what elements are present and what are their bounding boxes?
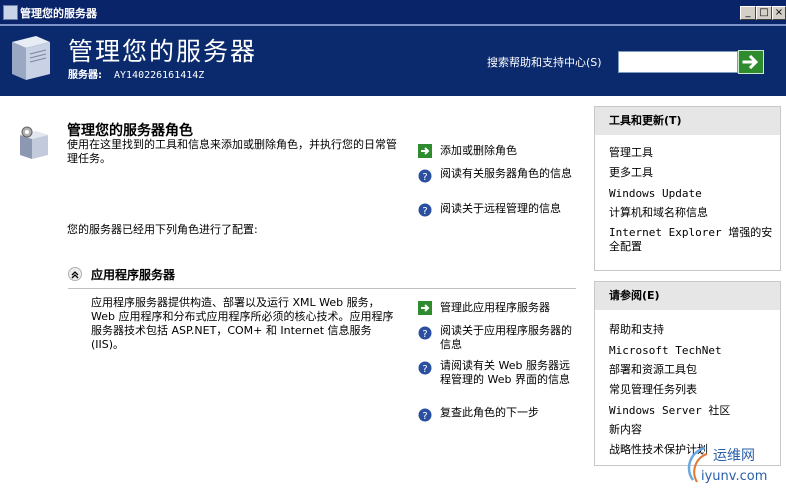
read-server-roles-link[interactable]: 阅读有关服务器角色的信息 (440, 167, 580, 181)
watermark-text-cn: 运维网 (713, 448, 755, 464)
tools-item-ie-security[interactable]: Internet Explorer 增强的安全配置 (609, 226, 774, 254)
window-title: 管理您的服务器 (20, 7, 97, 20)
watermark-text-url: iyunv.com (701, 469, 767, 484)
see-also-item-community[interactable]: Windows Server 社区 (609, 404, 774, 417)
main-content: 管理您的服务器角色 使用在这里找到的工具和信息来添加或删除角色，并执行您的日常管… (0, 95, 786, 491)
read-app-server-link[interactable]: 阅读关于应用程序服务器的信息 (440, 324, 580, 352)
tools-updates-panel: 工具和更新(T) 管理工具 更多工具 Windows Update 计算机和域名… (594, 106, 781, 271)
role-divider (68, 288, 576, 289)
window-app-icon (3, 5, 18, 20)
help-icon: ? (418, 169, 432, 183)
tools-item-admin-tools[interactable]: 管理工具 (609, 146, 774, 159)
watermark-logo: 运维网 iyunv.com (687, 446, 767, 484)
tools-item-windows-update[interactable]: Windows Update (609, 187, 774, 200)
see-also-item-new-content[interactable]: 新内容 (609, 423, 774, 436)
configured-roles-text: 您的服务器已经用下列角色进行了配置: (67, 223, 258, 236)
tools-updates-title: 工具和更新(T) (595, 107, 780, 135)
read-remote-admin-link[interactable]: 阅读关于远程管理的信息 (440, 202, 585, 216)
see-also-item-common-tasks[interactable]: 常见管理任务列表 (609, 383, 774, 396)
svg-text:?: ? (422, 364, 427, 375)
page-header: 管理您的服务器 服务器: AY140226161414Z 搜索帮助和支持中心(S) (0, 24, 786, 96)
green-arrow-icon (418, 144, 432, 158)
see-also-item-help-support[interactable]: 帮助和支持 (609, 323, 774, 336)
see-also-panel: 请参阅(E) 帮助和支持 Microsoft TechNet 部署和资源工具包 … (594, 281, 781, 466)
minimize-button[interactable]: _ (740, 6, 756, 20)
help-icon: ? (418, 326, 432, 340)
see-also-title: 请参阅(E) (595, 282, 780, 310)
svg-text:?: ? (422, 206, 427, 217)
svg-text:?: ? (422, 329, 427, 340)
section-title: 管理您的服务器角色 (67, 123, 193, 139)
tools-item-more-tools[interactable]: 更多工具 (609, 166, 774, 179)
server-info: 服务器: AY140226161414Z (68, 66, 204, 81)
svg-text:?: ? (422, 172, 427, 183)
see-also-item-technet[interactable]: Microsoft TechNet (609, 344, 774, 357)
window-title-bar[interactable]: 管理您的服务器 _ □ × (0, 0, 786, 24)
server-label: 服务器: (68, 70, 102, 81)
manage-app-server-link[interactable]: 管理此应用程序服务器 (440, 301, 580, 315)
server-name: AY140226161414Z (114, 70, 205, 81)
maximize-button[interactable]: □ (756, 6, 772, 20)
svg-text:?: ? (422, 411, 427, 422)
close-button[interactable]: × (772, 6, 786, 20)
section-description: 使用在这里找到的工具和信息来添加或删除角色，并执行您的日常管理任务。 (67, 138, 397, 165)
search-go-button[interactable] (738, 50, 764, 74)
help-icon: ? (418, 203, 432, 217)
read-web-remote-admin-link[interactable]: 请阅读有关 Web 服务器远程管理的 Web 界面的信息 (440, 359, 580, 387)
review-next-steps-link[interactable]: 复查此角色的下一步 (440, 406, 580, 420)
server-icon (12, 36, 50, 80)
search-input[interactable] (618, 51, 738, 73)
add-remove-roles-link[interactable]: 添加或删除角色 (440, 144, 580, 158)
server-role-icon (20, 126, 48, 159)
see-also-item-deploy-kit[interactable]: 部署和资源工具包 (609, 363, 774, 376)
role-description: 应用程序服务器提供构造、部署以及运行 XML Web 服务，Web 应用程序和分… (91, 296, 394, 351)
help-icon: ? (418, 408, 432, 422)
tools-item-computer-domain[interactable]: 计算机和域名称信息 (609, 206, 774, 219)
collapse-chevron-icon[interactable] (68, 267, 82, 281)
page-title: 管理您的服务器 (68, 37, 258, 66)
role-title: 应用程序服务器 (91, 268, 176, 282)
green-arrow-icon (418, 301, 432, 315)
help-icon: ? (418, 361, 432, 375)
search-label: 搜索帮助和支持中心(S) (487, 56, 602, 69)
